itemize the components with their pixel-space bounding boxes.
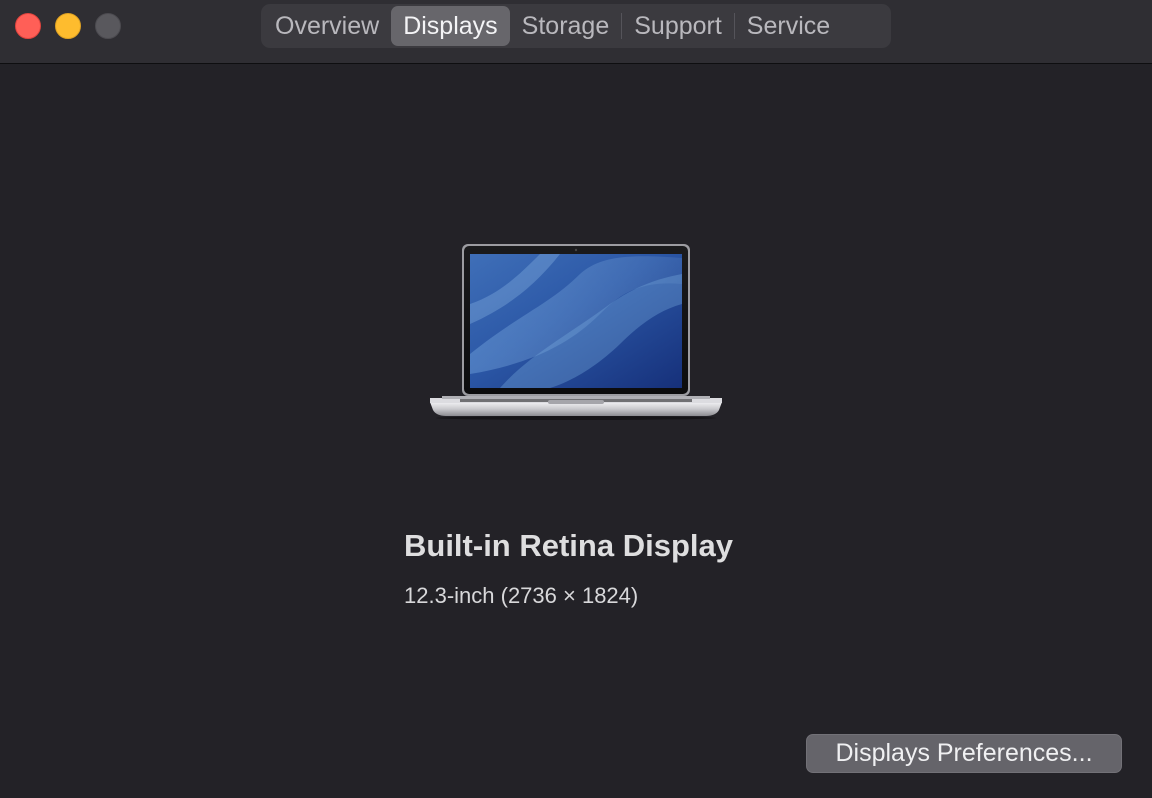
title-bar: Overview Displays Storage Support Servic… [0,0,1152,64]
close-window-button[interactable] [15,13,41,39]
displays-preferences-button[interactable]: Displays Preferences... [806,734,1122,773]
tab-displays[interactable]: Displays [391,6,510,46]
tab-storage[interactable]: Storage [510,6,622,46]
tab-overview[interactable]: Overview [263,6,391,46]
laptop-icon [430,244,722,420]
tab-segmented-control: Overview Displays Storage Support Servic… [261,4,891,48]
tab-support[interactable]: Support [622,6,734,46]
minimize-window-button[interactable] [55,13,81,39]
display-specification: 12.3-inch (2736 × 1824) [404,583,639,608]
tab-service[interactable]: Service [735,6,842,46]
about-this-mac-window: Overview Displays Storage Support Servic… [0,0,1152,798]
display-name: Built-in Retina Display [404,528,733,563]
zoom-window-button[interactable] [95,13,121,39]
